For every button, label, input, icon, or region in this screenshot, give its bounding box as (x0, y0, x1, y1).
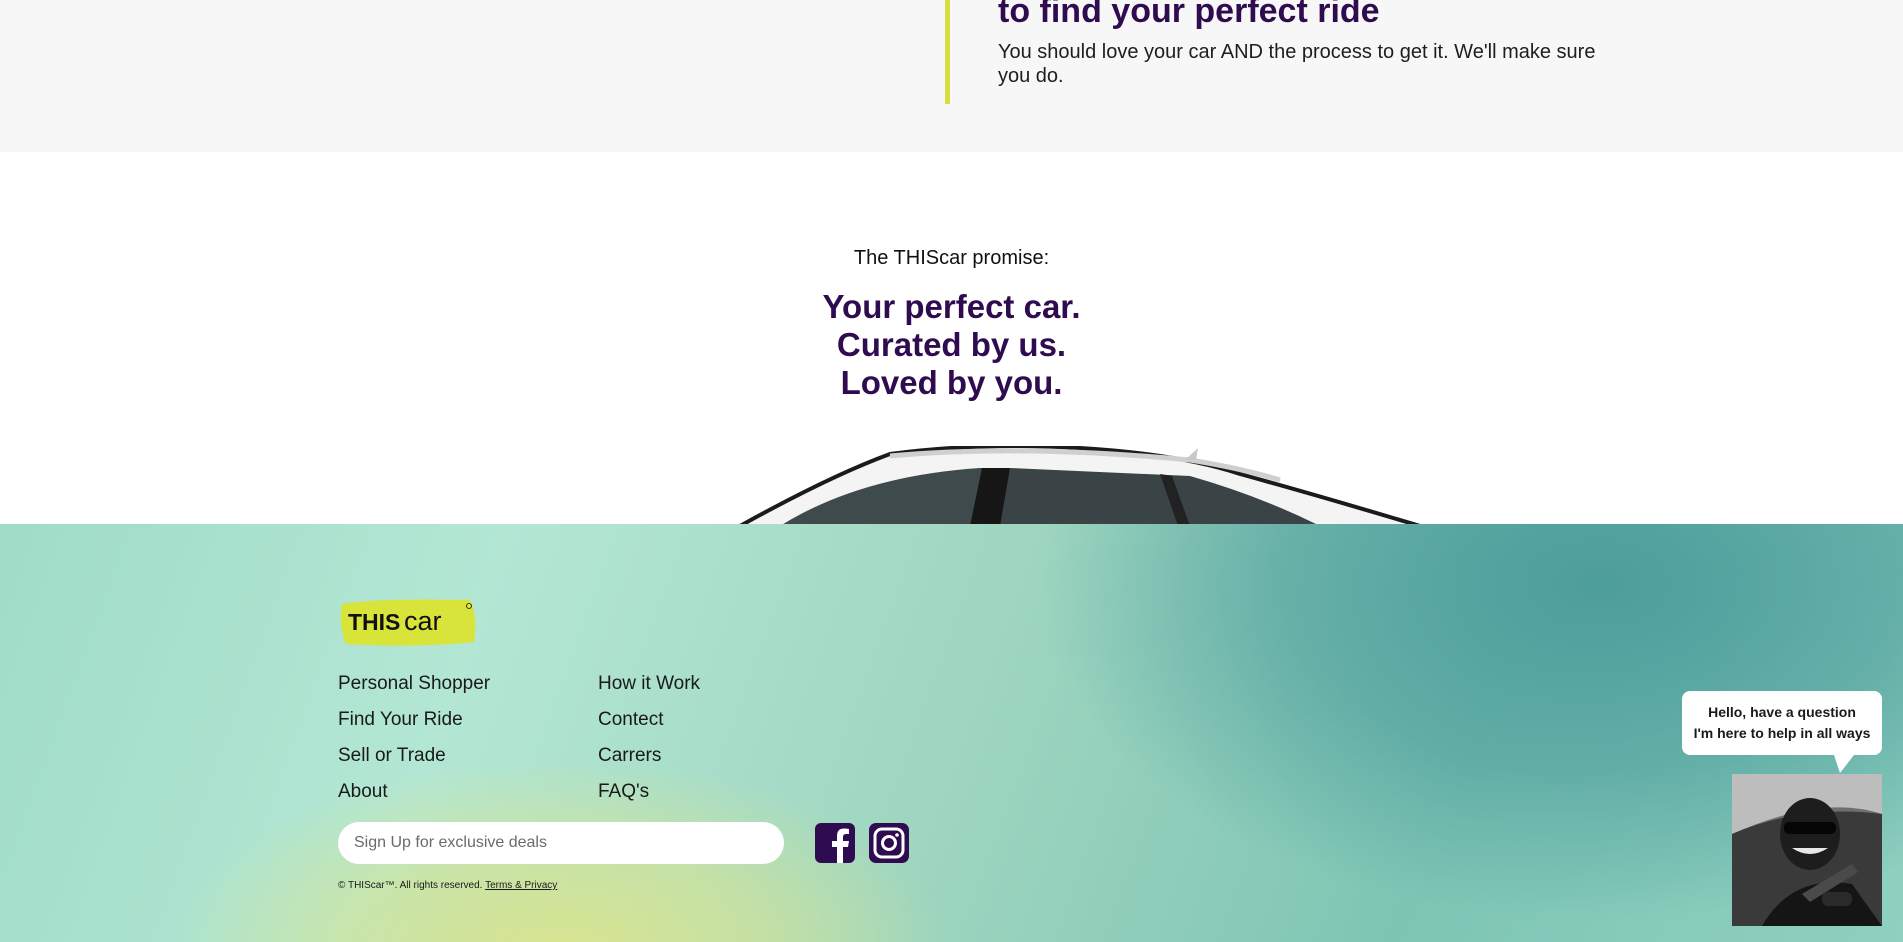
promise-headline: Your perfect car. Curated by us. Loved b… (0, 288, 1903, 402)
footer-link-how-it-works[interactable]: How it Work (598, 666, 700, 702)
why-section: to find your perfect ride You should lov… (0, 0, 1903, 152)
copyright-notice: © THIScar™. All rights reserved. (338, 880, 483, 891)
footer-link-careers[interactable]: Carrers (598, 738, 700, 774)
terms-privacy-link[interactable]: Terms & Privacy (485, 880, 557, 891)
promise-line: Your perfect car. (822, 288, 1081, 325)
chat-bubble[interactable]: Hello, have a question I'm here to help … (1682, 691, 1882, 773)
car-image (720, 446, 1420, 524)
logo-suffix: car (404, 606, 442, 636)
chat-agent-avatar[interactable] (1732, 774, 1882, 926)
promise-line: Curated by us. (836, 326, 1067, 363)
chat-subtext: I'm here to help in all ways (1693, 725, 1871, 741)
section-heading: to find your perfect ride (998, 0, 1380, 30)
footer-link-personal-shopper[interactable]: Personal Shopper (338, 666, 490, 702)
footer-nav-secondary: How it Work Contect Carrers FAQ's (598, 666, 700, 810)
copyright-text: © THIScar™. All rights reserved. Terms &… (338, 880, 557, 891)
chat-greeting: Hello, have a question (1708, 704, 1856, 720)
footer-nav-primary: Personal Shopper Find Your Ride Sell or … (338, 666, 490, 810)
promise-label: The THIScar promise: (853, 247, 1050, 269)
instagram-icon[interactable] (868, 822, 910, 864)
logo-prefix: THIS (348, 609, 400, 635)
newsletter-signup-input[interactable] (338, 822, 784, 864)
accent-bar (945, 0, 950, 104)
section-body: You should love your car AND the process… (998, 41, 1596, 87)
footer (0, 524, 1903, 942)
facebook-icon[interactable] (814, 822, 856, 864)
footer-link-faqs[interactable]: FAQ's (598, 774, 700, 810)
footer-link-sell-or-trade[interactable]: Sell or Trade (338, 738, 490, 774)
footer-link-contact[interactable]: Contect (598, 702, 700, 738)
thiscar-logo[interactable]: THIS car (338, 596, 478, 648)
footer-link-about[interactable]: About (338, 774, 490, 810)
footer-link-find-your-ride[interactable]: Find Your Ride (338, 702, 490, 738)
promise-line: Loved by you. (840, 364, 1063, 401)
